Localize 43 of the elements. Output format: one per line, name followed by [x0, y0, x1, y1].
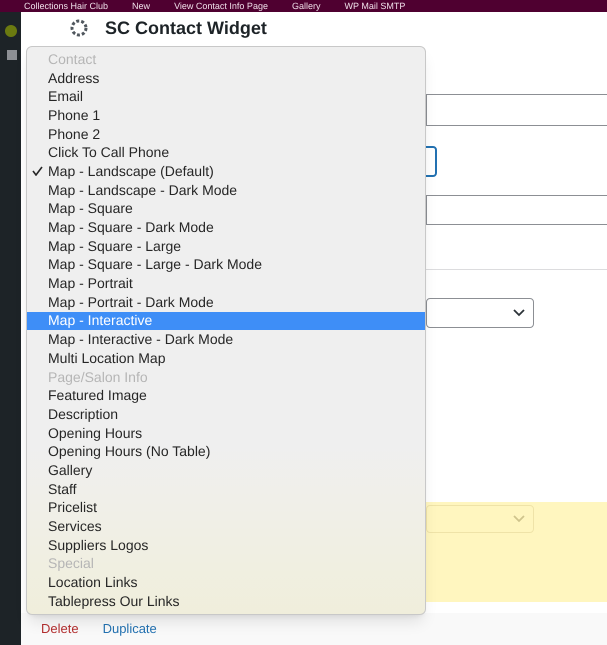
- link[interactable]: Delete: [41, 619, 79, 639]
- menu-option[interactable]: Phone 1: [27, 106, 425, 125]
- menu-group-header: Contact: [47, 50, 98, 69]
- menu-option[interactable]: Map - Square: [27, 200, 425, 218]
- menu-option[interactable]: Map - Landscape - Dark Mode: [27, 180, 425, 200]
- menu-option[interactable]: Phone 2: [27, 124, 425, 144]
- text-field[interactable]: [426, 94, 607, 126]
- widget-title: SC Contact Widget: [105, 16, 267, 40]
- menu-option[interactable]: Map - Square - Large - Dark Mode: [27, 256, 425, 274]
- menu-option[interactable]: Map - Interactive - Dark Mode: [27, 330, 425, 349]
- menu-option[interactable]: Address: [27, 68, 425, 88]
- menu-option[interactable]: Featured Image: [27, 386, 425, 406]
- menu-option[interactable]: Opening Hours (No Table): [27, 442, 425, 462]
- menu-option[interactable]: Gallery: [27, 461, 425, 480]
- menu-option[interactable]: Suppliers Logos: [27, 536, 425, 555]
- menu-option[interactable]: Map - Square - Large: [27, 236, 425, 256]
- admin-bar-link[interactable]: Gallery: [292, 1, 320, 11]
- admin-bar-link[interactable]: Collections Hair Club: [24, 1, 108, 11]
- menu-option[interactable]: Opening Hours: [27, 424, 425, 442]
- menu-option[interactable]: Staff: [27, 480, 425, 498]
- menu-option[interactable]: Multi Location Map: [27, 349, 425, 368]
- menu-option[interactable]: Email: [27, 87, 425, 106]
- chevron-down-icon: [513, 515, 525, 523]
- admin-bar-link[interactable]: View Contact Info Page: [174, 1, 268, 11]
- chevron-down-icon: [513, 309, 525, 317]
- text-field[interactable]: [426, 195, 607, 225]
- menu-option[interactable]: Map - Landscape (Default): [27, 162, 425, 181]
- menu-option[interactable]: Services: [27, 517, 425, 536]
- menu-option[interactable]: Description: [27, 405, 425, 424]
- menu-option[interactable]: Map - Square - Dark Mode: [27, 218, 425, 237]
- menu-option[interactable]: Map - Portrait - Dark Mode: [27, 292, 425, 312]
- link[interactable]: Duplicate: [102, 619, 157, 639]
- menu-group-header: Special: [47, 554, 95, 574]
- gear-icon: [69, 18, 89, 38]
- admin-bar-link[interactable]: New: [132, 1, 150, 11]
- menu-option[interactable]: Map - Portrait: [27, 274, 425, 293]
- menu-option[interactable]: Click To Call Phone: [27, 143, 425, 162]
- menu-group-header: Page/Salon Info: [47, 368, 149, 386]
- admin-bar-link[interactable]: WP Mail SMTP: [344, 1, 406, 11]
- menu-option[interactable]: Pricelist: [27, 498, 425, 518]
- menu-option[interactable]: Tablepress Our Links: [27, 592, 425, 611]
- menu-option[interactable]: Location Links: [27, 573, 425, 592]
- select-field[interactable]: [426, 298, 534, 328]
